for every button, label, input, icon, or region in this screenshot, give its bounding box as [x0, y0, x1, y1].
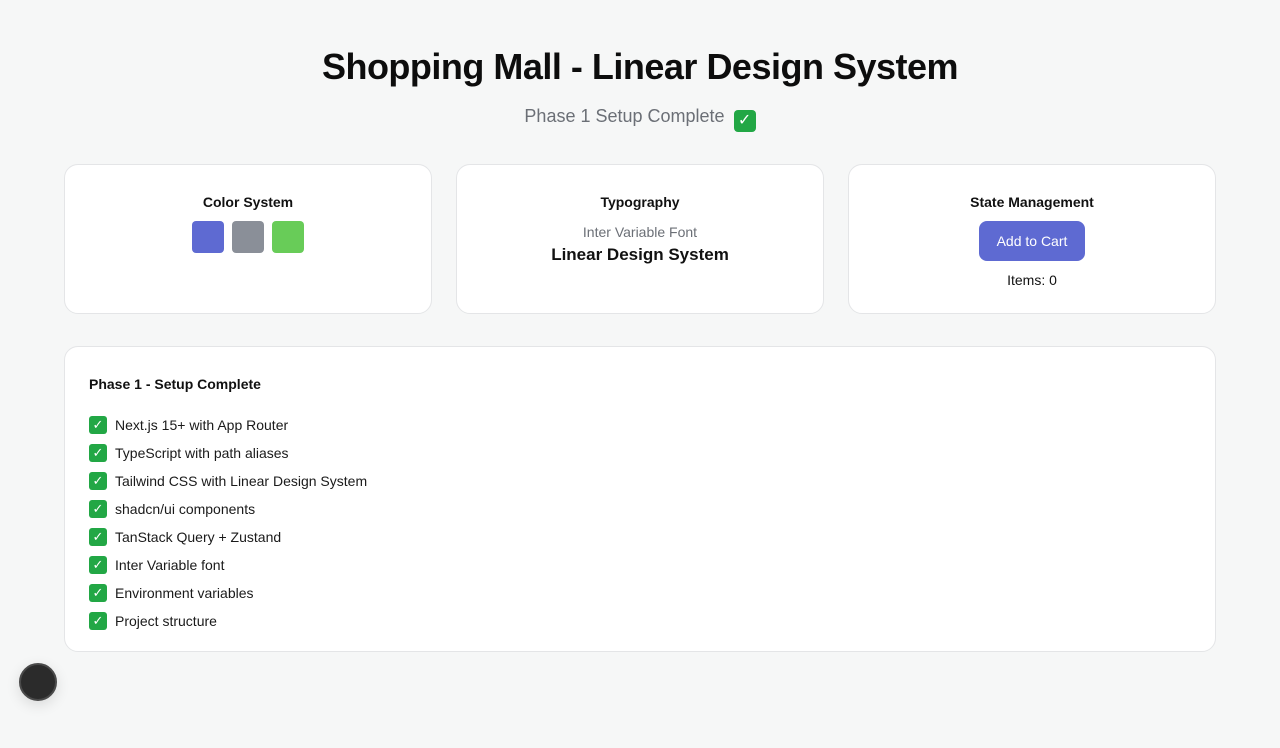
color-swatches: [65, 221, 431, 253]
page-subtitle: Phase 1 Setup Complete ✓: [0, 106, 1280, 132]
checklist: ✓ Next.js 15+ with App Router ✓ TypeScript…: [89, 411, 367, 635]
panel-title: Phase 1 - Setup Complete: [89, 376, 261, 392]
setup-checklist-panel: Phase 1 - Setup Complete ✓ Next.js 15+ wi…: [64, 346, 1216, 652]
check-icon: ✓: [733, 110, 756, 132]
list-item: ✓ TanStack Query + Zustand: [89, 523, 367, 551]
page-title: Shopping Mall - Linear Design System: [321, 46, 959, 87]
list-item-label: Next.js 15+ with App Router: [115, 417, 289, 433]
list-item-label: TypeScript with path aliases: [115, 445, 289, 461]
font-caption: Inter Variable Font: [582, 224, 698, 240]
list-item: ✓ Project structure: [89, 607, 367, 635]
list-item: ✓ shadcn/ui components: [89, 495, 367, 523]
check-icon: ✓: [89, 528, 107, 546]
typography-card: Typography Inter Variable Font Linear De…: [456, 164, 824, 314]
check-icon: ✓: [89, 612, 107, 630]
color-swatch-gray: [232, 221, 264, 253]
list-item-label: Environment variables: [115, 585, 254, 601]
list-item: ✓ Environment variables: [89, 579, 367, 607]
list-item: ✓ Tailwind CSS with Linear Design System: [89, 467, 367, 495]
list-item-label: Project structure: [115, 613, 217, 629]
check-icon: ✓: [89, 416, 107, 434]
font-sample: Linear Design System: [551, 245, 729, 264]
list-item-label: TanStack Query + Zustand: [115, 529, 282, 545]
list-item: ✓ Inter Variable font: [89, 551, 367, 579]
page: Shopping Mall - Linear Design System Pha…: [0, 0, 1280, 748]
check-icon: ✓: [89, 500, 107, 518]
color-swatch-primary: [192, 221, 224, 253]
check-icon: ✓: [89, 472, 107, 490]
color-system-card: Color System: [64, 164, 432, 314]
list-item-label: Inter Variable font: [115, 557, 225, 573]
check-icon: ✓: [89, 444, 107, 462]
floating-action-button[interactable]: [19, 663, 57, 701]
card-title: Color System: [202, 194, 294, 210]
list-item: ✓ Next.js 15+ with App Router: [89, 411, 367, 439]
list-item-label: Tailwind CSS with Linear Design System: [115, 473, 368, 489]
add-to-cart-button[interactable]: Add to Cart: [979, 221, 1085, 261]
check-icon: ✓: [89, 556, 107, 574]
state-management-card: State Management Add to Cart Items: 0: [848, 164, 1216, 314]
list-item-label: shadcn/ui components: [115, 501, 256, 517]
card-title: Typography: [600, 194, 680, 210]
list-item: ✓ TypeScript with path aliases: [89, 439, 367, 467]
subtitle-text: Phase 1 Setup Complete: [524, 106, 725, 126]
check-icon: ✓: [89, 584, 107, 602]
card-title: State Management: [970, 194, 1094, 210]
cart-items-count: Items: 0: [1007, 272, 1057, 288]
color-swatch-success: [272, 221, 304, 253]
